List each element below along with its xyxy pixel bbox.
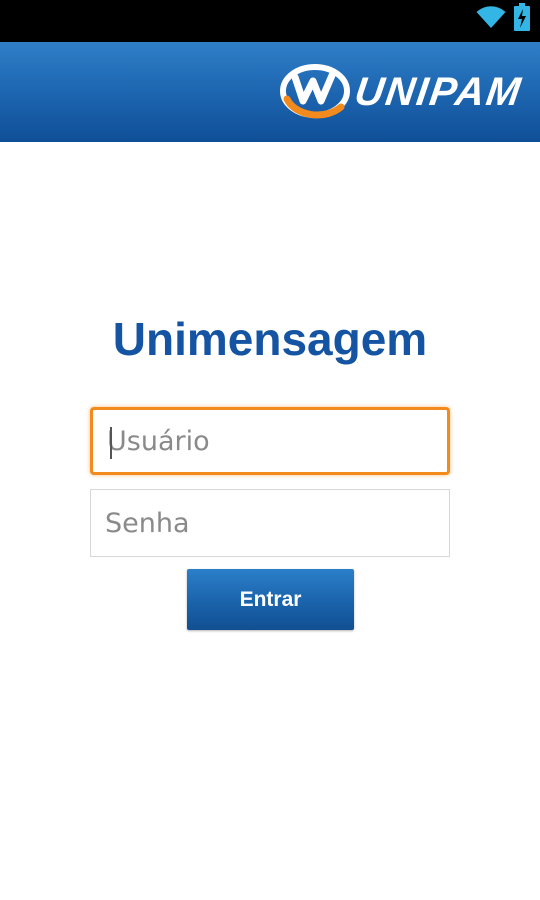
username-field[interactable] [90, 407, 450, 475]
password-field[interactable] [90, 489, 450, 557]
wifi-icon [476, 5, 506, 34]
page-title: Unimensagem [112, 313, 428, 365]
app-header: UNIPAM [0, 42, 540, 142]
enter-button[interactable]: Entrar [187, 569, 354, 630]
password-input[interactable] [91, 490, 449, 556]
unipam-logo: UNIPAM [279, 54, 526, 130]
unipam-swirl-logo-icon [279, 55, 351, 130]
status-icons [476, 2, 530, 36]
logo-text: UNIPAM [352, 69, 526, 114]
status-bar [0, 0, 540, 42]
battery-charging-icon [514, 2, 530, 36]
username-input[interactable] [93, 410, 447, 472]
text-cursor [110, 427, 112, 459]
